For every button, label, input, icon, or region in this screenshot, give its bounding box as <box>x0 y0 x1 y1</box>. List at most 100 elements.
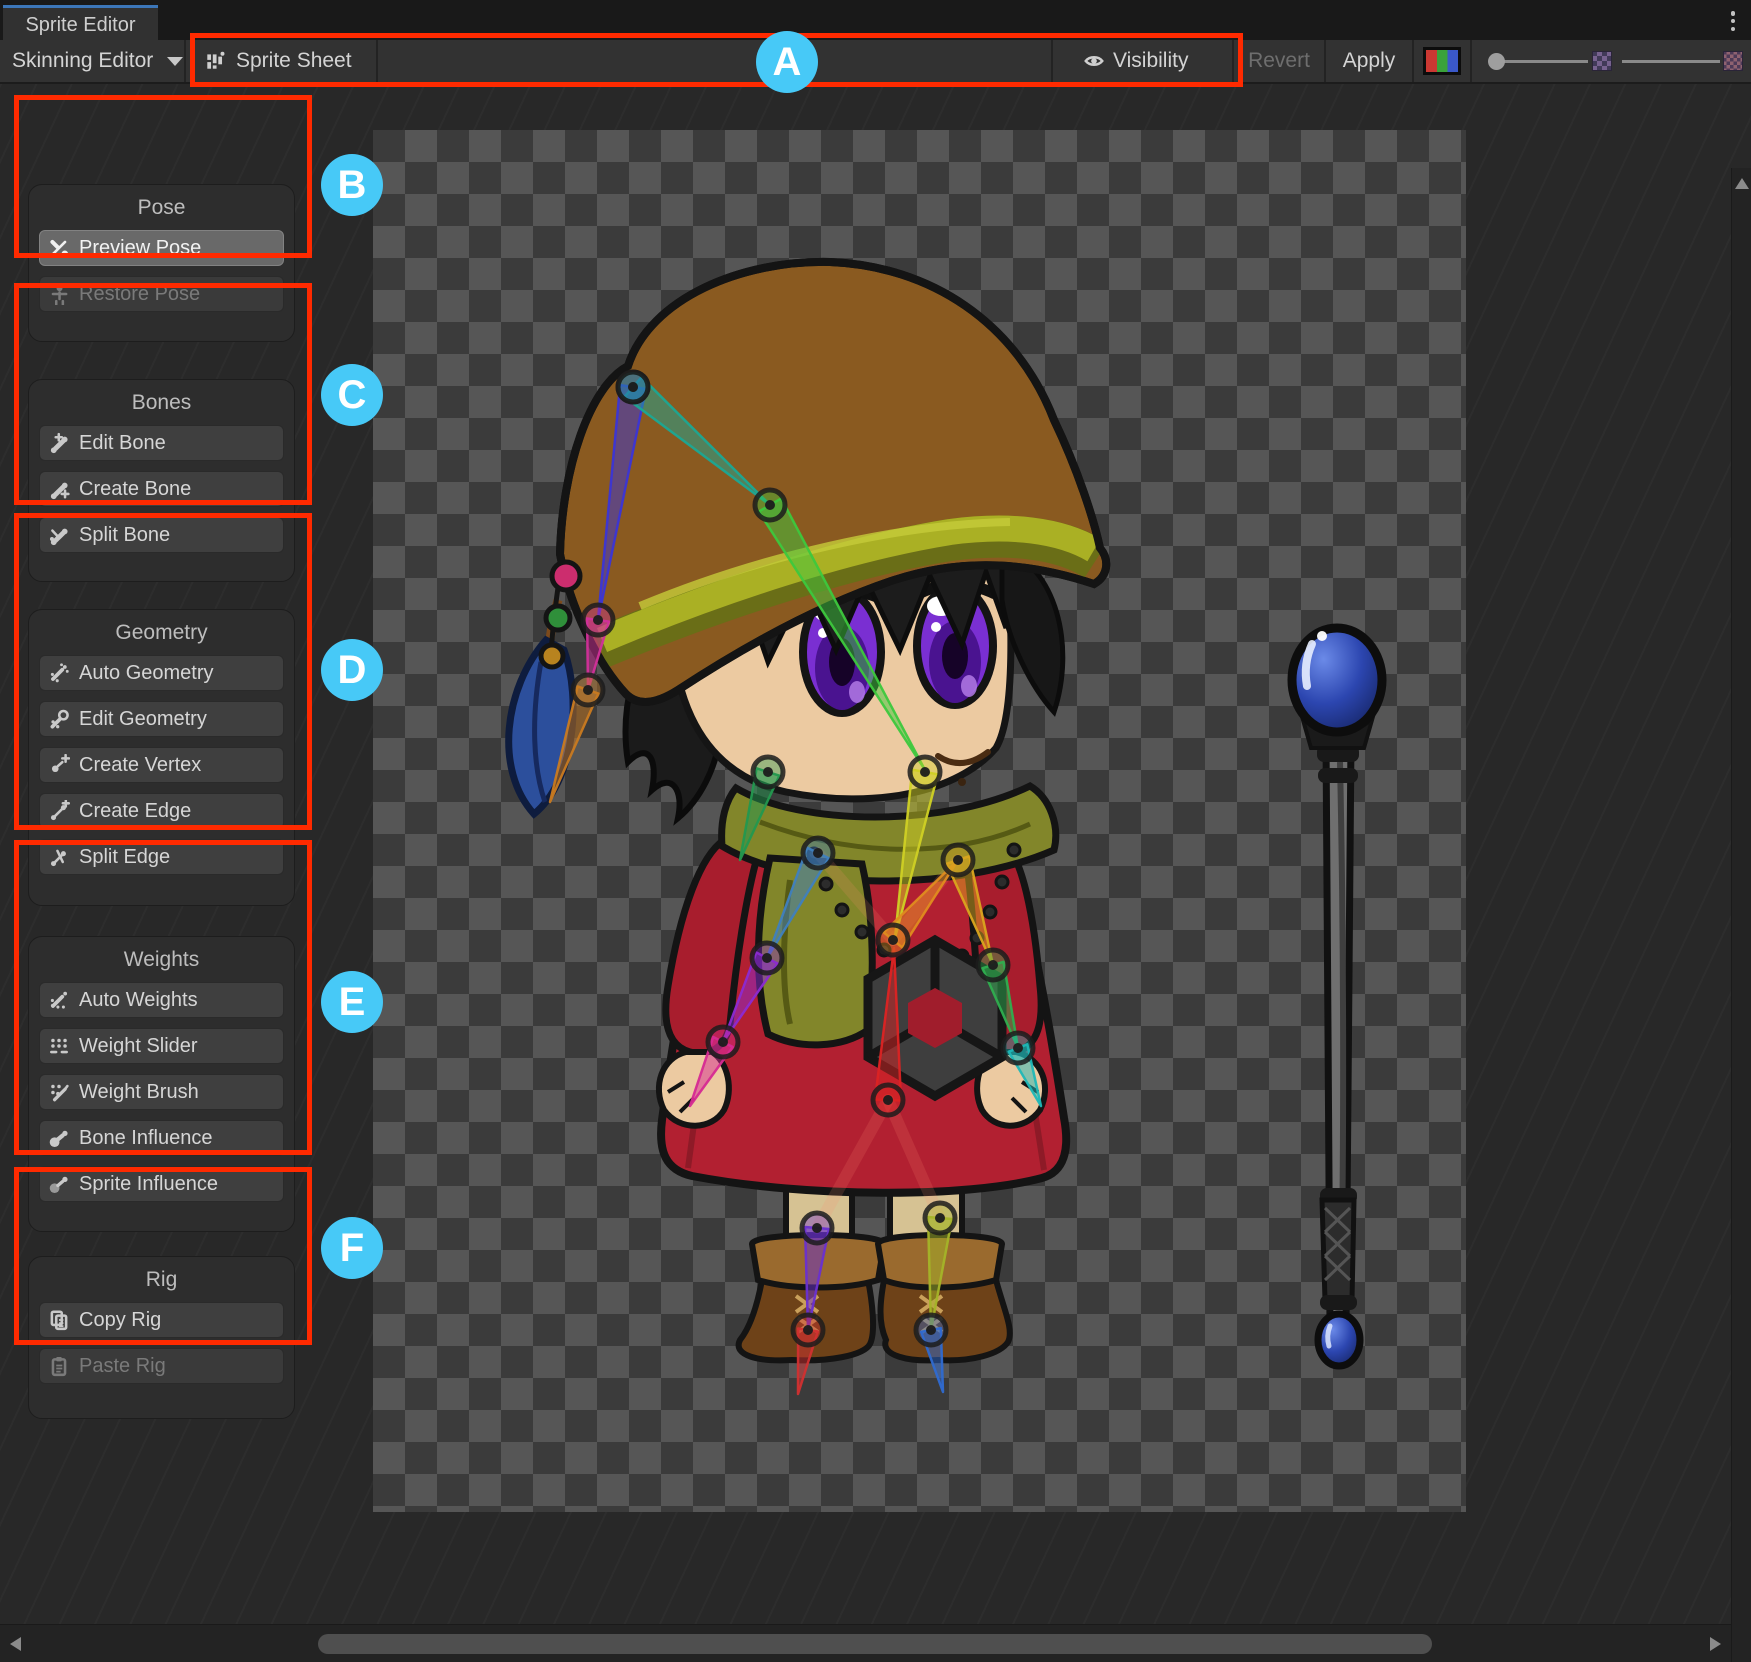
split-bone-button[interactable]: Split Bone <box>39 517 284 553</box>
button-label: Paste Rig <box>79 1355 166 1378</box>
revert-label: Revert <box>1248 49 1310 73</box>
horizontal-scrollbar[interactable] <box>0 1624 1731 1662</box>
sprite-influence-icon <box>48 1173 70 1195</box>
bone-joint-center <box>762 953 772 963</box>
button-label: Bone Influence <box>79 1127 212 1150</box>
weight-slider-icon <box>48 1035 70 1057</box>
workspace: PosePreview PoseRestore PoseBonesEdit Bo… <box>0 84 1751 1624</box>
apply-button[interactable]: Apply <box>1326 40 1414 82</box>
bone-joint-center <box>883 1095 893 1105</box>
tab-sprite-editor[interactable]: Sprite Editor <box>3 5 158 43</box>
paste-rig-icon <box>48 1355 70 1377</box>
toolbar-spacer <box>378 40 1053 82</box>
bone-joint-center <box>763 767 773 777</box>
bone-influence-icon <box>48 1127 70 1149</box>
preview-pose-button[interactable]: Preview Pose <box>39 230 284 266</box>
tool-group-pose: Pose Preview Pose Restore Pose <box>28 184 295 342</box>
edit-geometry-button[interactable]: Edit Geometry <box>39 701 284 737</box>
group-title: Geometry <box>29 621 294 645</box>
character <box>509 262 1107 1360</box>
auto-geometry-icon <box>48 662 70 684</box>
button-label: Sprite Influence <box>79 1173 218 1196</box>
rgb-swatch-icon[interactable] <box>1423 47 1461 75</box>
edit-geometry-icon <box>48 708 70 730</box>
sprite-sheet-button[interactable]: Sprite Sheet <box>186 40 378 82</box>
group-title: Pose <box>29 196 294 220</box>
edit-bone-button[interactable]: Edit Bone <box>39 425 284 461</box>
button-label: Auto Geometry <box>79 662 214 685</box>
revert-button[interactable]: Revert <box>1234 40 1326 82</box>
visibility-label: Visibility <box>1113 49 1188 73</box>
character-sprite <box>373 130 1466 1512</box>
bone-opacity-knob[interactable] <box>1488 53 1505 70</box>
scroll-left-arrow[interactable] <box>10 1637 21 1651</box>
create-bone-icon <box>48 478 70 500</box>
tool-group-weights: Weights Auto Weights Weight Slider Weight B… <box>28 936 295 1232</box>
apply-label: Apply <box>1343 49 1396 73</box>
create-vertex-button[interactable]: Create Vertex <box>39 747 284 783</box>
button-label: Auto Weights <box>79 989 198 1012</box>
button-label: Weight Slider <box>79 1035 198 1058</box>
color-mode-segment <box>1414 40 1472 82</box>
sprite-editor-window: Sprite Editor Skinning Editor Sprite She… <box>0 0 1751 1662</box>
split-edge-icon <box>48 846 70 868</box>
bone-joint-center <box>583 685 593 695</box>
weight-brush-button[interactable]: Weight Brush <box>39 1074 284 1110</box>
bone-joint-center <box>935 1213 945 1223</box>
tool-group-bones: BonesEdit BoneCreate BoneSplit Bone <box>28 379 295 582</box>
edit-bone-icon <box>48 432 70 454</box>
annotation-badge-e: E <box>321 971 383 1033</box>
button-label: Edit Geometry <box>79 708 207 731</box>
bone-joint-center <box>803 1325 813 1335</box>
weight-brush-icon <box>48 1081 70 1103</box>
button-label: Preview Pose <box>79 237 201 260</box>
restore-pose-button[interactable]: Restore Pose <box>39 276 284 312</box>
auto-weights-button[interactable]: Auto Weights <box>39 982 284 1018</box>
create-bone-button[interactable]: Create Bone <box>39 471 284 507</box>
button-label: Restore Pose <box>79 283 200 306</box>
bone-opacity-track[interactable] <box>1504 60 1588 63</box>
sprite-alpha-icon[interactable] <box>1592 51 1612 71</box>
tab-bar: Sprite Editor <box>0 0 1751 40</box>
bone-influence-button[interactable]: Bone Influence <box>39 1120 284 1156</box>
staff <box>1292 628 1382 1366</box>
tool-group-rig: Rig Copy Rig Paste Rig <box>28 1256 295 1419</box>
horizontal-scroll-thumb[interactable] <box>318 1634 1432 1654</box>
copy-rig-icon <box>48 1309 70 1331</box>
vertical-scrollbar[interactable] <box>1731 168 1751 1662</box>
mode-dropdown[interactable]: Skinning Editor <box>0 40 186 82</box>
scroll-up-arrow[interactable] <box>1735 178 1749 189</box>
auto-geometry-button[interactable]: Auto Geometry <box>39 655 284 691</box>
split-edge-button[interactable]: Split Edge <box>39 839 284 875</box>
bone-joint-center <box>920 767 930 777</box>
annotation-badge-d: D <box>321 639 383 701</box>
sprite-opacity-track[interactable] <box>1622 60 1720 63</box>
visibility-eye-icon <box>1083 50 1105 72</box>
sprite-canvas[interactable] <box>373 130 1466 1512</box>
group-title: Weights <box>29 948 294 972</box>
bone-joint-center <box>953 855 963 865</box>
bone-joint-center <box>628 382 638 392</box>
button-label: Edit Bone <box>79 432 166 455</box>
bone-joint-center <box>593 615 603 625</box>
sprite-influence-button[interactable]: Sprite Influence <box>39 1166 284 1202</box>
create-edge-button[interactable]: Create Edge <box>39 793 284 829</box>
copy-rig-button[interactable]: Copy Rig <box>39 1302 284 1338</box>
sprite-alpha-icon-2[interactable] <box>1723 51 1743 71</box>
tool-group-geometry: Geometry Auto Geometry Edit Geometry Create… <box>28 609 295 906</box>
button-label: Create Bone <box>79 478 191 501</box>
button-label: Split Bone <box>79 524 170 547</box>
annotation-badge-c: C <box>321 364 383 426</box>
bone-joint-center <box>888 935 898 945</box>
visibility-button[interactable]: Visibility <box>1053 40 1234 82</box>
create-edge-icon <box>48 800 70 822</box>
create-vertex-icon <box>48 754 70 776</box>
bone-joint-center <box>926 1325 936 1335</box>
weight-slider-button[interactable]: Weight Slider <box>39 1028 284 1064</box>
kebab-menu-icon[interactable] <box>1724 9 1742 33</box>
paste-rig-button[interactable]: Paste Rig <box>39 1348 284 1384</box>
sprite-sheet-label: Sprite Sheet <box>236 49 352 73</box>
tab-title: Sprite Editor <box>25 14 135 37</box>
group-title: Rig <box>29 1268 294 1292</box>
scroll-right-arrow[interactable] <box>1710 1637 1721 1651</box>
